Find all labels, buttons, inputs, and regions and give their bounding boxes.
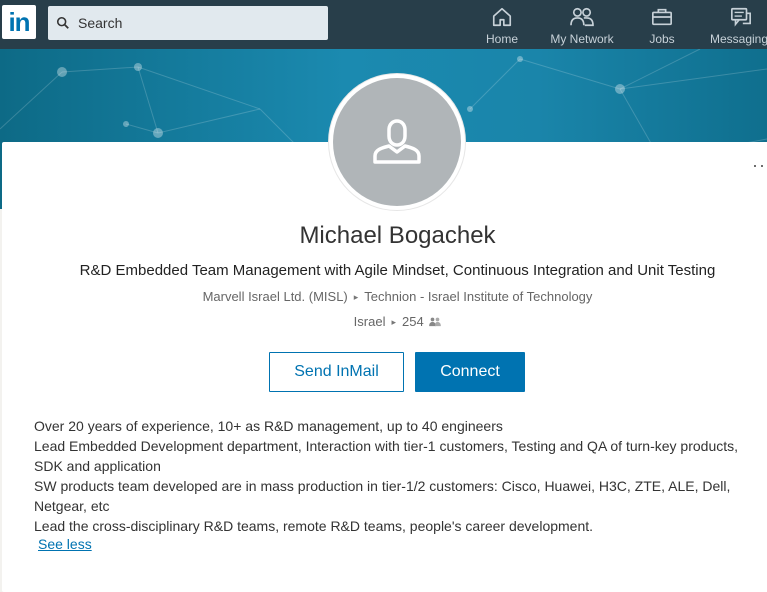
location: Israel <box>353 314 386 329</box>
profile-location-connections: Israel ▸ 254 <box>0 314 767 329</box>
nav-messaging[interactable]: Messaging <box>710 6 767 46</box>
linkedin-logo[interactable]: in <box>2 5 36 39</box>
profile-headline: R&D Embedded Team Management with Agile … <box>79 262 716 279</box>
summary-line: Lead Embedded Development department, In… <box>34 438 739 474</box>
more-options-icon[interactable]: ·· <box>752 156 766 174</box>
home-icon <box>492 7 512 27</box>
avatar <box>333 78 461 206</box>
nav-jobs[interactable]: Jobs <box>643 6 681 46</box>
profile-name: Michael Bogachek <box>299 222 496 249</box>
education-school[interactable]: Technion - Israel Institute of Technolog… <box>364 289 592 304</box>
search-icon <box>56 16 69 29</box>
nav-home-label: Home <box>485 32 518 46</box>
profile-photo[interactable] <box>329 74 465 210</box>
summary-line: Over 20 years of experience, 10+ as R&D … <box>34 418 503 434</box>
see-less-link[interactable]: See less <box>38 536 92 552</box>
search-input[interactable] <box>76 14 310 32</box>
separator-icon: ▸ <box>353 292 359 302</box>
profile-summary: Over 20 years of experience, 10+ as R&D … <box>34 416 754 536</box>
send-inmail-button[interactable]: Send InMail <box>269 352 404 392</box>
top-nav-bar: in Home My Network <box>0 0 767 49</box>
search-box[interactable] <box>48 6 328 40</box>
briefcase-icon <box>652 8 672 26</box>
connections-icon <box>429 317 442 327</box>
connections-count[interactable]: 254 <box>402 314 424 329</box>
summary-line: Lead the cross-disciplinary R&D teams, r… <box>34 518 594 534</box>
messaging-icon <box>731 7 751 27</box>
nav-my-network[interactable]: My Network <box>545 6 619 46</box>
person-placeholder-icon <box>373 119 421 164</box>
profile-company-school: Marvell Israel Ltd. (MISL) ▸ Technion - Is… <box>0 289 767 304</box>
nav-messaging-label: Messaging <box>710 32 767 46</box>
separator-icon: ▸ <box>391 317 396 327</box>
summary-line: SW products team developed are in mass p… <box>34 478 731 514</box>
nav-jobs-label: Jobs <box>649 32 675 46</box>
nav-my-network-label: My Network <box>550 32 614 46</box>
nav-home[interactable]: Home <box>483 6 521 46</box>
network-icon <box>570 7 594 27</box>
connect-button[interactable]: Connect <box>415 352 525 392</box>
current-company[interactable]: Marvell Israel Ltd. (MISL) <box>203 289 348 304</box>
